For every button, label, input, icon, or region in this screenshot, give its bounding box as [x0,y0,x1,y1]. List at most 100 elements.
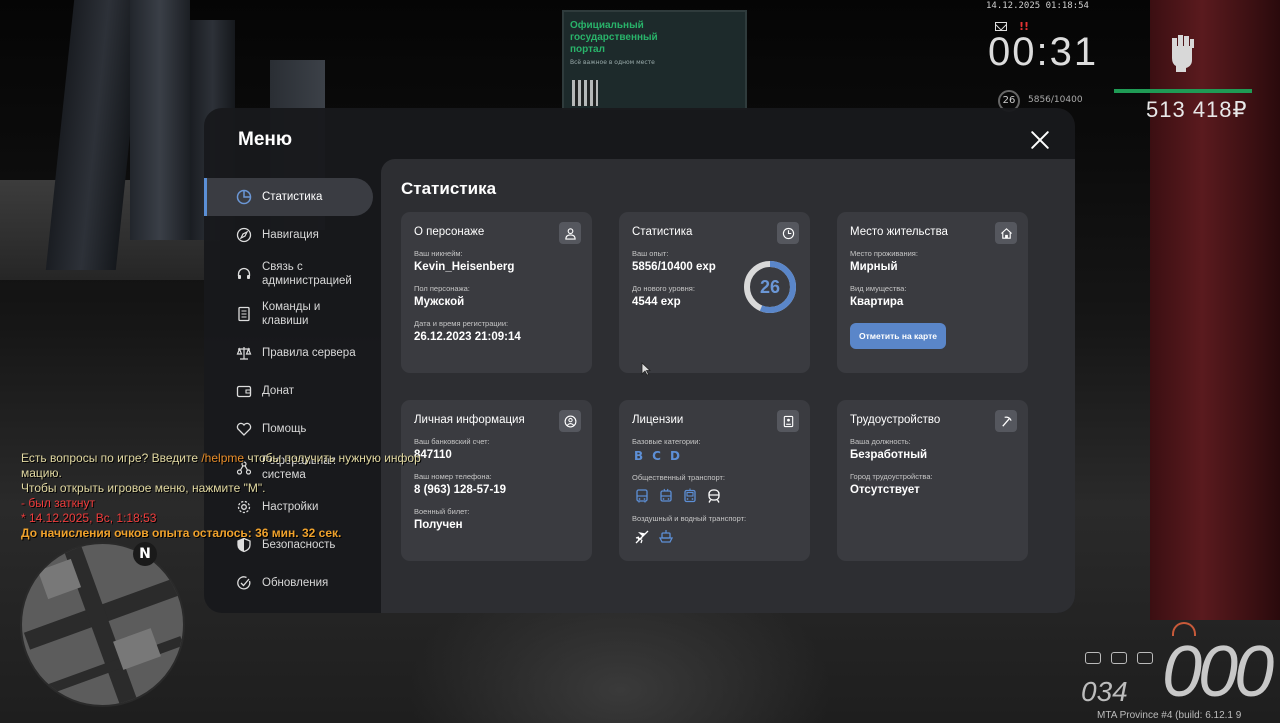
license-category: C [652,449,661,463]
heart-icon [236,422,252,436]
sidebar-item-rules[interactable]: Правила сервера [204,334,376,372]
hud-health-bar [1114,89,1252,93]
licenses-card: Лицензии Базовые категории: B C D Общест… [619,400,810,561]
level-number: 26 [759,277,781,297]
mouse-cursor-icon [641,362,651,376]
employment-card: Трудоустройство Ваша должность: Безработ… [837,400,1028,561]
mark-on-map-button[interactable]: Отметить на карте [850,323,946,349]
user-circle-icon [559,410,581,432]
headlights-icon [1085,652,1101,664]
level-progress-ring: 26 [742,259,798,315]
billboard-title: Официальный государственный портал [570,20,658,55]
nickname-value: Kevin_Heisenberg [414,261,515,273]
hud-money: 513 418₽ [1146,97,1248,122]
seatbelt-icon [1111,652,1127,664]
sidebar-item-donate[interactable]: Донат [204,372,376,410]
base-categories-label: Базовые категории: [632,437,701,446]
sidebar-item-admin-contact[interactable]: Связь с администрацией [204,254,376,294]
nickname-label: Ваш никнейм: [414,249,463,258]
background-building [1150,0,1280,620]
sidebar-item-label: Статистика [262,191,323,203]
close-button[interactable] [1030,130,1050,150]
sidebar-item-statistics[interactable]: Статистика [204,178,373,216]
content-panel: Статистика О персонаже Ваш никнейм: Kevi… [381,159,1075,613]
menu-title: Меню [238,129,293,150]
clock-icon [777,222,799,244]
employment-city-label: Город трудоустройства: [850,472,933,481]
chat-log: Есть вопросы по игре? Введите /helpme чт… [21,451,481,541]
license-category: B [634,449,644,463]
card-title: Личная информация [414,414,525,426]
minimap [20,542,185,707]
sidebar-item-label: Помощь [262,423,307,435]
air-water-transport-label: Воздушный и водный транспорт: [632,514,747,523]
property-type-value: Квартира [850,296,904,308]
residence-place-label: Место проживания: [850,249,918,258]
engine-icon [1137,652,1153,664]
public-transport-icons [632,488,797,504]
registration-value: 26.12.2023 21:09:14 [414,331,521,343]
wallet-icon [236,385,252,398]
chat-line: - был заткнут [21,496,95,510]
sidebar-item-updates[interactable]: Обновления [204,564,376,602]
sidebar-item-help[interactable]: Помощь [204,410,376,448]
exp-label: Ваш опыт: [632,249,669,258]
sidebar-item-label: Связь с администрацией [262,261,352,287]
hud-datetime: 14.12.2025 01:18:54 [986,1,1089,11]
sidebar-item-label: Донат [262,385,295,397]
card-title: Статистика [632,226,693,238]
chat-text: чтобы получить нужную инфор [244,451,421,465]
airplane-icon [635,530,649,544]
page-title: Статистика [401,179,497,198]
north-indicator: N [133,542,157,566]
chat-line: Есть вопросы по игре? Введите /helpme чт… [21,451,481,466]
hud-exp: 5856/10400 [1028,95,1083,105]
card-title: Лицензии [632,414,684,426]
chat-command: /helpme [201,451,245,465]
sex-value: Мужской [414,296,465,308]
id-card-icon [777,410,799,432]
chart-pie-icon [236,189,252,205]
fuel-value: 034 [1081,676,1128,707]
speed-value: 000 [1162,632,1274,712]
background-tower [130,0,190,240]
chat-line: До начисления очков опыта осталось: 36 м… [21,526,342,540]
license-category: D [669,449,680,463]
vehicle-status-icons [1085,652,1153,664]
position-value: Безработный [850,449,928,461]
residence-card: Место жительства Место проживания: Мирны… [837,212,1028,373]
chat-line: мацию. [21,466,62,480]
scales-icon [236,347,252,360]
boat-icon [658,530,674,543]
sex-label: Пол персонажа: [414,284,470,293]
sidebar-item-commands[interactable]: Команды и клавиши [204,294,376,334]
document-icon [238,306,250,322]
stats-card: Статистика Ваш опыт: 5856/10400 exp До н… [619,212,810,373]
trolleybus-icon [660,488,672,502]
card-title: Место жительства [850,226,948,238]
sidebar-item-label: Обновления [262,577,329,589]
billboard-subtitle: Всё важное в одном месте [570,59,655,66]
public-transport-label: Общественный транспорт: [632,473,726,482]
metro-icon [708,489,720,503]
pickaxe-icon [995,410,1017,432]
registration-label: Дата и время регистрации: [414,319,509,328]
fist-icon [1172,35,1194,72]
residence-place-value: Мирный [850,261,898,273]
license-categories: B C D [632,449,797,463]
home-icon [995,222,1017,244]
tram-icon [684,488,696,503]
chat-text: Есть вопросы по игре? Введите [21,451,202,465]
billboard: Официальный государственный портал Всё в… [562,10,747,110]
user-icon [559,222,581,244]
air-water-transport-icons [632,529,797,545]
headset-icon [237,267,251,279]
chat-line: Чтобы открыть игровое меню, нажмите "M". [21,481,266,495]
character-card: О персонаже Ваш никнейм: Kevin_Heisenber… [401,212,592,373]
qr-code-icon [572,80,598,106]
compass-icon [236,227,252,243]
employment-city-value: Отсутствует [850,484,920,496]
sidebar-item-navigation[interactable]: Навигация [204,216,376,254]
sidebar-item-label: Правила сервера [262,347,356,359]
card-title: Трудоустройство [850,414,941,426]
